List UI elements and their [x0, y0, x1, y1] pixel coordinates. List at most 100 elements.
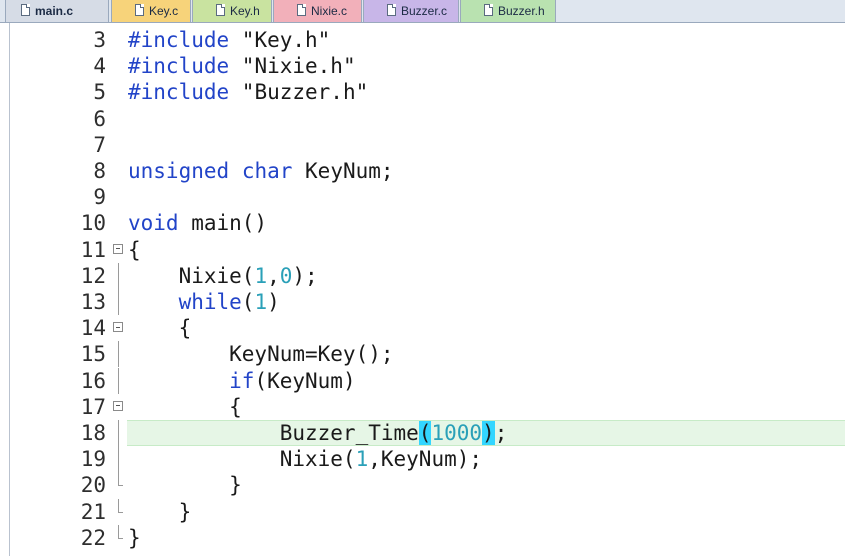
collapse-icon[interactable] — [113, 322, 123, 333]
tab-label: Key.h — [230, 4, 260, 18]
tab-key-h[interactable]: Key.h — [192, 0, 272, 22]
code-text[interactable]: #include "Buzzer.h" — [128, 79, 368, 105]
code-line[interactable]: 3 #include "Key.h" — [0, 27, 845, 53]
file-icon — [297, 4, 306, 16]
code-line[interactable]: 15 KeyNum=Key(); — [0, 341, 845, 368]
tab-main-c[interactable]: main.c — [5, 0, 109, 22]
code-line[interactable]: 22} — [0, 524, 845, 551]
code-text[interactable]: void main() — [128, 210, 267, 236]
code-text[interactable]: while(1) — [128, 289, 280, 315]
code-text[interactable]: Buzzer_Time(1000); — [128, 420, 507, 446]
tab-nixie-c[interactable]: Nixie.c — [273, 0, 362, 22]
code-text[interactable]: KeyNum=Key(); — [128, 341, 393, 367]
fold-guide — [112, 498, 126, 525]
code-token: Nixie( — [128, 447, 356, 472]
line-number: 14 — [80, 316, 106, 341]
line-number: 21 — [80, 499, 106, 524]
tab-label: Nixie.c — [311, 4, 348, 18]
line-number: 19 — [80, 447, 106, 472]
line-number: 7 — [93, 132, 106, 157]
code-token: ) — [267, 290, 280, 314]
code-line[interactable]: 9 — [0, 184, 845, 210]
fold-guide — [112, 472, 126, 498]
code-text[interactable]: #include "Nixie.h" — [128, 53, 356, 79]
number-literal: 1 — [355, 447, 369, 472]
code-text[interactable]: { — [128, 237, 141, 263]
code-text[interactable]: } — [128, 499, 192, 525]
file-icon — [21, 4, 30, 16]
collapse-icon[interactable] — [113, 243, 123, 254]
code-text[interactable]: } — [128, 472, 242, 498]
code-token: main() — [178, 211, 268, 236]
code-token: ); — [292, 263, 318, 288]
fold-guide — [112, 420, 126, 446]
tab-key-c[interactable]: Key.c — [111, 0, 191, 22]
fold-guide — [112, 524, 126, 551]
file-icon — [484, 4, 493, 16]
code-text[interactable]: unsigned char KeyNum; — [128, 158, 394, 184]
preprocessor-directive: #include — [128, 28, 230, 52]
line-number: 13 — [80, 290, 106, 314]
line-number: 6 — [93, 106, 106, 131]
code-text[interactable]: { — [128, 315, 192, 341]
number-literal: 0 — [279, 263, 293, 288]
code-line[interactable]: 18 Buzzer_Time(1000); — [0, 420, 845, 446]
number-literal: 1 — [254, 290, 268, 314]
code-line[interactable]: 20 } — [0, 472, 845, 498]
matched-bracket: ) — [482, 421, 495, 445]
fold-guide — [112, 289, 126, 315]
fold-guide — [112, 367, 126, 394]
keyword: unsigned — [128, 159, 230, 183]
code-token: Buzzer_Time — [128, 421, 419, 445]
fold-toggle-icon[interactable] — [112, 237, 126, 263]
code-text[interactable]: Nixie(1,0); — [128, 263, 318, 289]
keyword: void — [128, 211, 179, 236]
line-number: 16 — [80, 368, 106, 393]
code-token: KeyNum; — [292, 159, 394, 183]
code-line[interactable]: 5 #include "Buzzer.h" — [0, 79, 845, 105]
code-line[interactable]: 13 while(1) — [0, 289, 845, 315]
code-editor[interactable]: 3 #include "Key.h" 4 #include "Nixie.h" 5 #in… — [0, 23, 845, 556]
code-text[interactable]: Nixie(1,KeyNum); — [128, 446, 482, 472]
code-line[interactable]: 10 void main() — [0, 210, 845, 236]
code-token: { — [128, 237, 141, 262]
code-line[interactable]: 16 if(KeyNum) — [0, 367, 845, 394]
line-number: 10 — [80, 211, 106, 236]
keyword: while — [178, 290, 242, 314]
code-line[interactable]: 17 { — [0, 394, 845, 420]
code-text[interactable]: } — [128, 525, 141, 551]
code-text[interactable]: if(KeyNum) — [128, 368, 355, 394]
code-line[interactable]: 14 { — [0, 315, 845, 341]
fold-toggle-icon[interactable] — [112, 394, 126, 420]
code-line[interactable]: 6 — [0, 106, 845, 132]
tab-buzzer-c[interactable]: Buzzer.c — [363, 0, 459, 22]
code-token: } — [128, 525, 141, 550]
code-line[interactable]: 19 Nixie(1,KeyNum); — [0, 446, 845, 473]
line-number: 3 — [93, 28, 106, 52]
matched-bracket: ( — [418, 421, 432, 445]
code-token: "Key.h" — [229, 28, 331, 52]
fold-guide — [112, 341, 126, 368]
code-token: Nixie( — [128, 263, 255, 288]
tab-buzzer-h[interactable]: Buzzer.h — [460, 0, 556, 22]
collapse-icon[interactable] — [113, 400, 123, 411]
line-number: 8 — [93, 159, 106, 183]
code-text[interactable]: #include "Key.h" — [128, 27, 330, 53]
number-literal: 1000 — [431, 421, 483, 445]
code-line[interactable]: 21 } — [0, 498, 845, 525]
code-token: "Nixie.h" — [229, 54, 356, 79]
line-number: 11 — [80, 237, 106, 262]
file-icon — [135, 4, 144, 16]
tab-label: Key.c — [149, 4, 179, 18]
code-line[interactable]: 7 — [0, 132, 845, 158]
code-line[interactable]: 8 unsigned char KeyNum; — [0, 158, 845, 184]
fold-guide — [112, 262, 126, 289]
fold-toggle-icon[interactable] — [112, 315, 126, 341]
code-line[interactable]: 12 Nixie(1,0); — [0, 262, 845, 289]
code-line[interactable]: 11 { — [0, 237, 845, 263]
file-icon — [387, 4, 396, 16]
code-text[interactable]: { — [128, 394, 242, 420]
line-number: 9 — [93, 185, 106, 210]
code-line[interactable]: 4 #include "Nixie.h" — [0, 53, 845, 79]
